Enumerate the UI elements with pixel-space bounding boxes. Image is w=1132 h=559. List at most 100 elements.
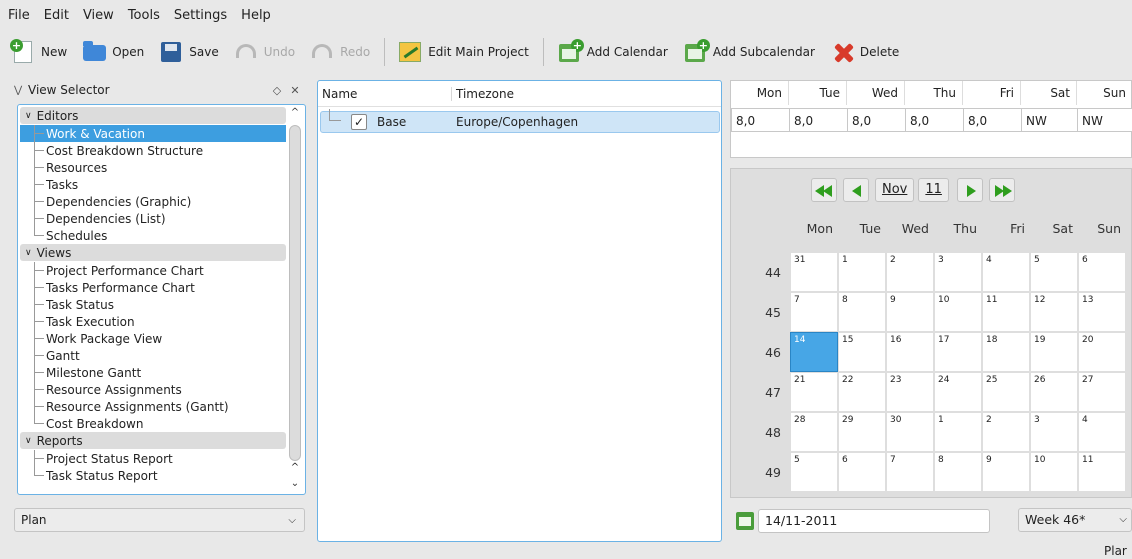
day-cell[interactable]: 17 (935, 333, 981, 371)
day-header[interactable]: Sun (1077, 81, 1132, 105)
view-item[interactable]: Project Status Report (20, 450, 286, 467)
add-calendar-button[interactable]: + Add Calendar (556, 39, 668, 65)
day-cell[interactable]: 23 (887, 373, 933, 411)
column-name-header[interactable]: Name (318, 86, 452, 101)
day-cell[interactable]: 20 (1079, 333, 1125, 371)
view-item[interactable]: Milestone Gantt (20, 364, 286, 381)
view-item[interactable]: Project Performance Chart (20, 262, 286, 279)
week-number[interactable]: 44 (731, 265, 791, 280)
day-cell[interactable]: 6 (839, 453, 885, 491)
open-button[interactable]: Open (81, 39, 144, 65)
view-item[interactable]: Task Status (20, 296, 286, 313)
day-cell[interactable]: 22 (839, 373, 885, 411)
view-item[interactable]: Resources (20, 159, 286, 176)
scroll-up-icon[interactable]: ^ (287, 107, 303, 121)
day-cell[interactable]: 10 (935, 293, 981, 331)
day-cell[interactable]: 26 (1031, 373, 1077, 411)
day-cell[interactable]: 28 (791, 413, 837, 451)
menu-file[interactable]: File (8, 8, 30, 23)
week-number[interactable]: 49 (731, 465, 791, 480)
day-cell[interactable]: 12 (1031, 293, 1077, 331)
view-item[interactable]: Schedules (20, 227, 286, 244)
calendar-row-base[interactable]: ✓ Base Europe/Copenhagen (320, 109, 720, 133)
day-hours-cell[interactable]: 8,0 (789, 108, 847, 132)
day-cell[interactable]: 9 (983, 453, 1029, 491)
day-cell[interactable]: 6 (1079, 253, 1125, 291)
day-cell[interactable]: 10 (1031, 453, 1077, 491)
day-cell[interactable]: 11 (1079, 453, 1125, 491)
menu-help[interactable]: Help (241, 8, 271, 23)
next-month-button[interactable] (956, 178, 983, 202)
day-cell[interactable]: 8 (935, 453, 981, 491)
day-cell[interactable]: 1 (935, 413, 981, 451)
view-item[interactable]: Work Package View (20, 330, 286, 347)
view-item[interactable]: Tasks (20, 176, 286, 193)
date-input[interactable]: 14/11-2011 (758, 509, 990, 533)
week-number[interactable]: 45 (731, 305, 791, 320)
menu-edit[interactable]: Edit (44, 8, 69, 23)
week-number[interactable]: 46 (731, 345, 791, 360)
day-header[interactable]: Thu (905, 81, 963, 105)
day-cell[interactable]: 3 (935, 253, 981, 291)
day-header[interactable]: Wed (847, 81, 905, 105)
edit-main-project-button[interactable]: Edit Main Project (397, 39, 529, 65)
view-item[interactable]: Cost Breakdown (20, 415, 286, 432)
week-number[interactable]: 47 (731, 385, 791, 400)
view-item[interactable]: Dependencies (List) (20, 210, 286, 227)
category-views[interactable]: ∨ Views (20, 244, 286, 261)
day-cell[interactable]: 25 (983, 373, 1029, 411)
day-cell[interactable]: 5 (1031, 253, 1077, 291)
close-icon[interactable]: ✕ (286, 84, 304, 97)
day-cell[interactable]: 15 (839, 333, 885, 371)
day-hours-cell[interactable]: NW (1021, 108, 1077, 132)
day-cell[interactable]: 7 (791, 293, 837, 331)
float-dock-icon[interactable]: ◇ (268, 84, 286, 97)
week-number[interactable]: 48 (731, 425, 791, 440)
plan-combo[interactable]: Plan ⌵ (14, 508, 305, 532)
day-hours-cell[interactable]: 8,0 (731, 108, 789, 132)
calendar-checkbox[interactable]: ✓ (351, 114, 367, 130)
week-combo[interactable]: Week 46* ⌵ (1018, 508, 1132, 532)
scroll-thumb[interactable] (289, 125, 301, 461)
day-cell[interactable]: 7 (887, 453, 933, 491)
day-cell[interactable]: 14 (790, 332, 838, 372)
day-cell[interactable]: 2 (983, 413, 1029, 451)
view-item[interactable]: Task Status Report (20, 467, 286, 484)
day-cell[interactable]: 21 (791, 373, 837, 411)
category-reports[interactable]: ∨ Reports (20, 432, 286, 449)
day-cell[interactable]: 3 (1031, 413, 1077, 451)
undo-button[interactable]: Undo (233, 39, 295, 65)
day-cell[interactable]: 5 (791, 453, 837, 491)
day-cell[interactable]: 24 (935, 373, 981, 411)
category-editors[interactable]: ∨ Editors (20, 107, 286, 124)
day-cell[interactable]: 4 (1079, 413, 1125, 451)
day-cell[interactable]: 29 (839, 413, 885, 451)
previous-month-button[interactable] (843, 178, 869, 202)
day-cell[interactable]: 30 (887, 413, 933, 451)
redo-button[interactable]: Redo (309, 39, 370, 65)
scroll-down-icon[interactable]: ⌄ (287, 478, 303, 492)
view-item[interactable]: Dependencies (Graphic) (20, 193, 286, 210)
delete-button[interactable]: Delete (829, 39, 899, 65)
day-cell[interactable]: 8 (839, 293, 885, 331)
add-subcalendar-button[interactable]: + Add Subcalendar (682, 39, 815, 65)
menu-tools[interactable]: Tools (128, 8, 160, 23)
new-button[interactable]: + New (10, 39, 67, 65)
day-cell[interactable]: 19 (1031, 333, 1077, 371)
view-item[interactable]: Work & Vacation (20, 125, 286, 142)
day-header[interactable]: Tue (789, 81, 847, 105)
day-header[interactable]: Mon (731, 81, 789, 105)
view-item[interactable]: Task Execution (20, 313, 286, 330)
view-item[interactable]: Gantt (20, 347, 286, 364)
day-cell[interactable]: 18 (983, 333, 1029, 371)
day-cell[interactable]: 1 (839, 253, 885, 291)
view-item[interactable]: Resource Assignments (Gantt) (20, 398, 286, 415)
day-cell[interactable]: 27 (1079, 373, 1125, 411)
day-cell[interactable]: 13 (1079, 293, 1125, 331)
day-hours-cell[interactable]: NW (1077, 108, 1132, 132)
menu-settings[interactable]: Settings (174, 8, 227, 23)
calendar-picker-icon[interactable] (736, 512, 754, 530)
previous-year-button[interactable] (811, 178, 837, 202)
year-button[interactable]: 11 (918, 178, 949, 202)
menu-view[interactable]: View (83, 8, 114, 23)
